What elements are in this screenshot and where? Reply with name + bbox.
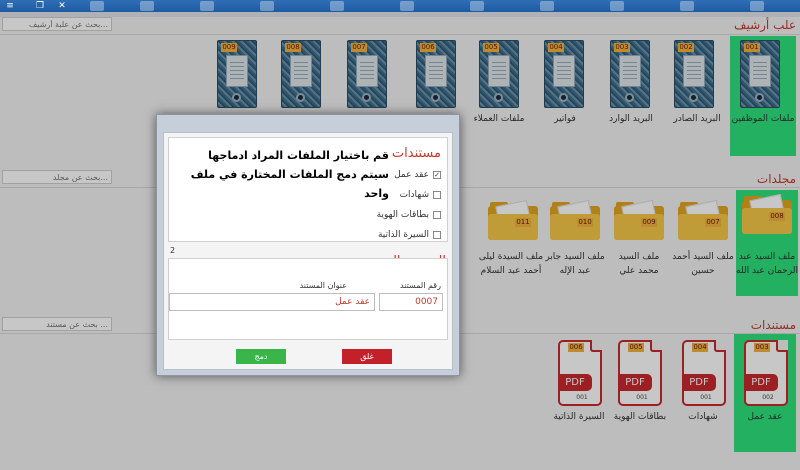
close-button[interactable]: غلق bbox=[342, 349, 392, 364]
checkbox-checked-icon[interactable]: ✓ bbox=[433, 171, 441, 179]
dialog-body: مستندات ✓ عقد عمل شهادات بطاقات الهوية ا… bbox=[163, 132, 453, 370]
close-icon[interactable]: ✕ bbox=[54, 0, 70, 12]
new-document-panel: رقم المستند عنوان المستند bbox=[168, 258, 448, 340]
selected-count: 2 bbox=[170, 246, 176, 255]
merge-button[interactable]: دمج bbox=[236, 349, 286, 364]
taskbar-app-icon[interactable] bbox=[140, 1, 154, 11]
document-checkbox-row[interactable]: السيرة الذاتية bbox=[361, 230, 441, 243]
taskbar-app-icon[interactable] bbox=[680, 1, 694, 11]
document-checkbox-row[interactable]: بطاقات الهوية bbox=[361, 210, 441, 223]
doc-number-input[interactable] bbox=[379, 293, 443, 311]
doc-title-input[interactable] bbox=[169, 293, 375, 311]
taskbar-app-icon[interactable] bbox=[330, 1, 344, 11]
taskbar-app-icon[interactable] bbox=[610, 1, 624, 11]
doc-number-label: رقم المستند bbox=[399, 281, 441, 290]
taskbar-app-icon[interactable] bbox=[540, 1, 554, 11]
window-titlebar: ≡ ❐ ✕ bbox=[0, 0, 800, 12]
taskbar-app-icon[interactable] bbox=[200, 1, 214, 11]
taskbar-app-icon[interactable] bbox=[260, 1, 274, 11]
checkbox-label: السيرة الذاتية bbox=[377, 230, 429, 240]
taskbar-app-icon[interactable] bbox=[400, 1, 414, 11]
checkbox-label: عقد عمل bbox=[394, 170, 429, 180]
checkbox-label: بطاقات الهوية bbox=[376, 210, 429, 220]
checkbox-label: شهادات bbox=[399, 190, 429, 200]
checkbox-icon[interactable] bbox=[433, 191, 441, 199]
taskbar-app-icon[interactable] bbox=[750, 1, 764, 11]
instruction-annotation: قم باختيار الملفات المراد ادماجها سيتم د… bbox=[190, 149, 389, 200]
checkbox-icon[interactable] bbox=[433, 231, 441, 239]
taskbar-app-icon[interactable] bbox=[470, 1, 484, 11]
checkbox-icon[interactable] bbox=[433, 211, 441, 219]
merge-documents-dialog: مستندات ✓ عقد عمل شهادات بطاقات الهوية ا… bbox=[156, 114, 460, 376]
documents-selection-panel: مستندات ✓ عقد عمل شهادات بطاقات الهوية ا… bbox=[168, 137, 448, 242]
menu-icon[interactable]: ≡ bbox=[2, 0, 18, 12]
doc-title-label: عنوان المستند bbox=[299, 281, 347, 290]
taskbar-app-icon[interactable] bbox=[90, 1, 104, 11]
restore-icon[interactable]: ❐ bbox=[32, 0, 48, 12]
dialog-documents-title: مستندات bbox=[391, 146, 441, 161]
